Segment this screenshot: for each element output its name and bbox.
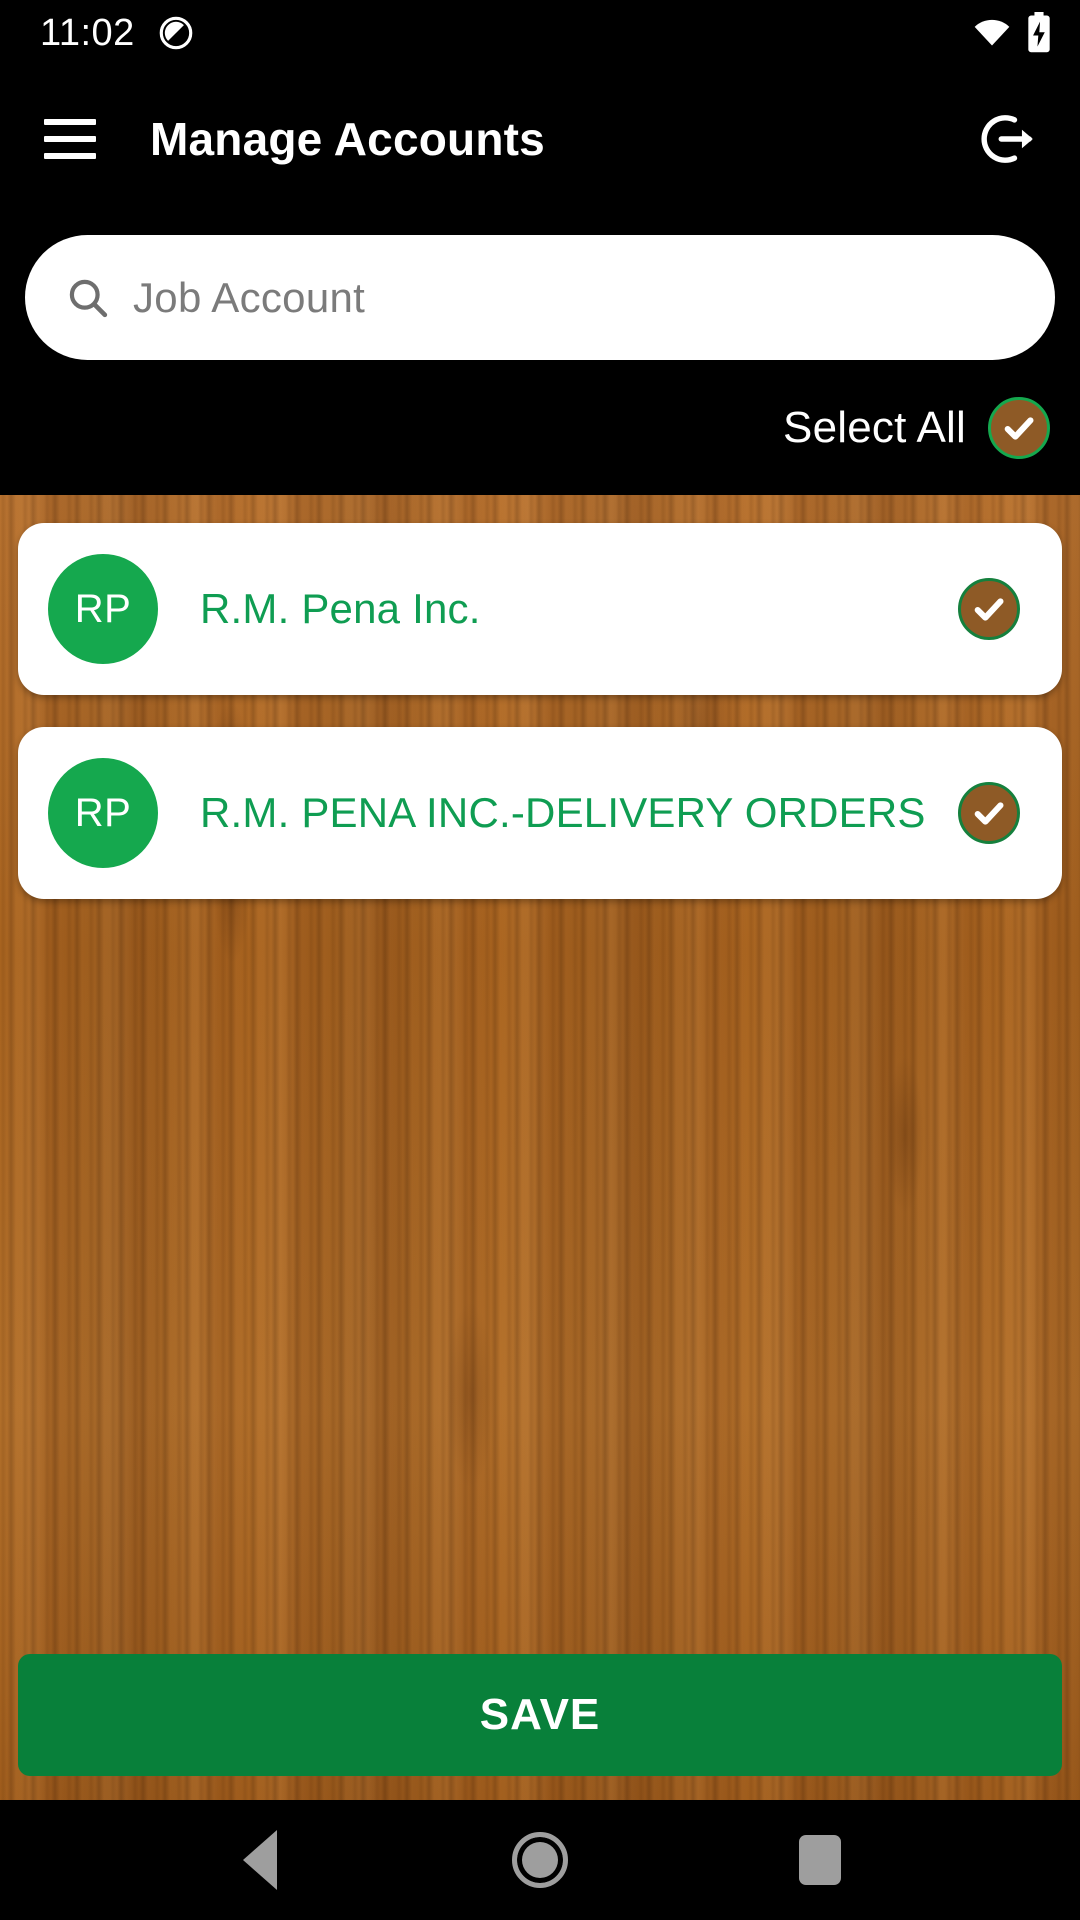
accounts-list: RP R.M. Pena Inc. RP R.M. PENA INC.-DELI… <box>0 495 1080 899</box>
account-name: R.M. Pena Inc. <box>200 585 481 633</box>
status-bar-right <box>972 12 1052 54</box>
search-input[interactable]: Job Account <box>25 235 1055 360</box>
select-all-checkbox[interactable] <box>988 396 1050 459</box>
nav-back-button[interactable] <box>205 1805 315 1915</box>
account-name: R.M. PENA INC.-DELIVERY ORDERS <box>200 789 926 837</box>
list-item[interactable]: RP R.M. PENA INC.-DELIVERY ORDERS <box>18 727 1062 899</box>
avatar: RP <box>48 758 158 868</box>
android-nav-bar <box>0 1800 1080 1920</box>
check-icon <box>974 802 1004 825</box>
status-clock: 11:02 <box>40 12 135 54</box>
home-circle-icon <box>512 1832 568 1888</box>
check-icon <box>974 598 1004 621</box>
check-icon <box>1004 416 1034 440</box>
search-icon <box>65 275 111 321</box>
do-not-disturb-icon <box>157 14 195 52</box>
account-checkbox[interactable] <box>958 578 1020 640</box>
recents-square-icon <box>799 1835 841 1885</box>
battery-charging-icon <box>1026 12 1052 54</box>
logout-icon[interactable] <box>972 103 1044 175</box>
page-title: Manage Accounts <box>150 112 545 165</box>
avatar: RP <box>48 554 158 664</box>
select-all-row[interactable]: Select All <box>0 360 1080 495</box>
app-screen: 11:02 Manage Accounts Job Account Select… <box>0 0 1080 1920</box>
save-button[interactable]: SAVE <box>18 1654 1062 1776</box>
save-section: SAVE <box>0 1654 1080 1800</box>
account-checkbox[interactable] <box>958 782 1020 844</box>
content-area: RP R.M. Pena Inc. RP R.M. PENA INC.-DELI… <box>0 495 1080 1800</box>
app-bar: Manage Accounts <box>0 66 1080 211</box>
nav-home-button[interactable] <box>485 1805 595 1915</box>
back-triangle-icon <box>243 1830 277 1890</box>
status-bar: 11:02 <box>0 0 1080 66</box>
nav-recents-button[interactable] <box>765 1805 875 1915</box>
status-bar-left: 11:02 <box>40 14 195 52</box>
search-section: Job Account <box>0 211 1080 360</box>
wifi-icon <box>972 13 1012 53</box>
search-placeholder-text: Job Account <box>133 273 366 321</box>
list-item[interactable]: RP R.M. Pena Inc. <box>18 523 1062 695</box>
select-all-label: Select All <box>783 402 966 452</box>
hamburger-menu-icon[interactable] <box>38 107 102 171</box>
